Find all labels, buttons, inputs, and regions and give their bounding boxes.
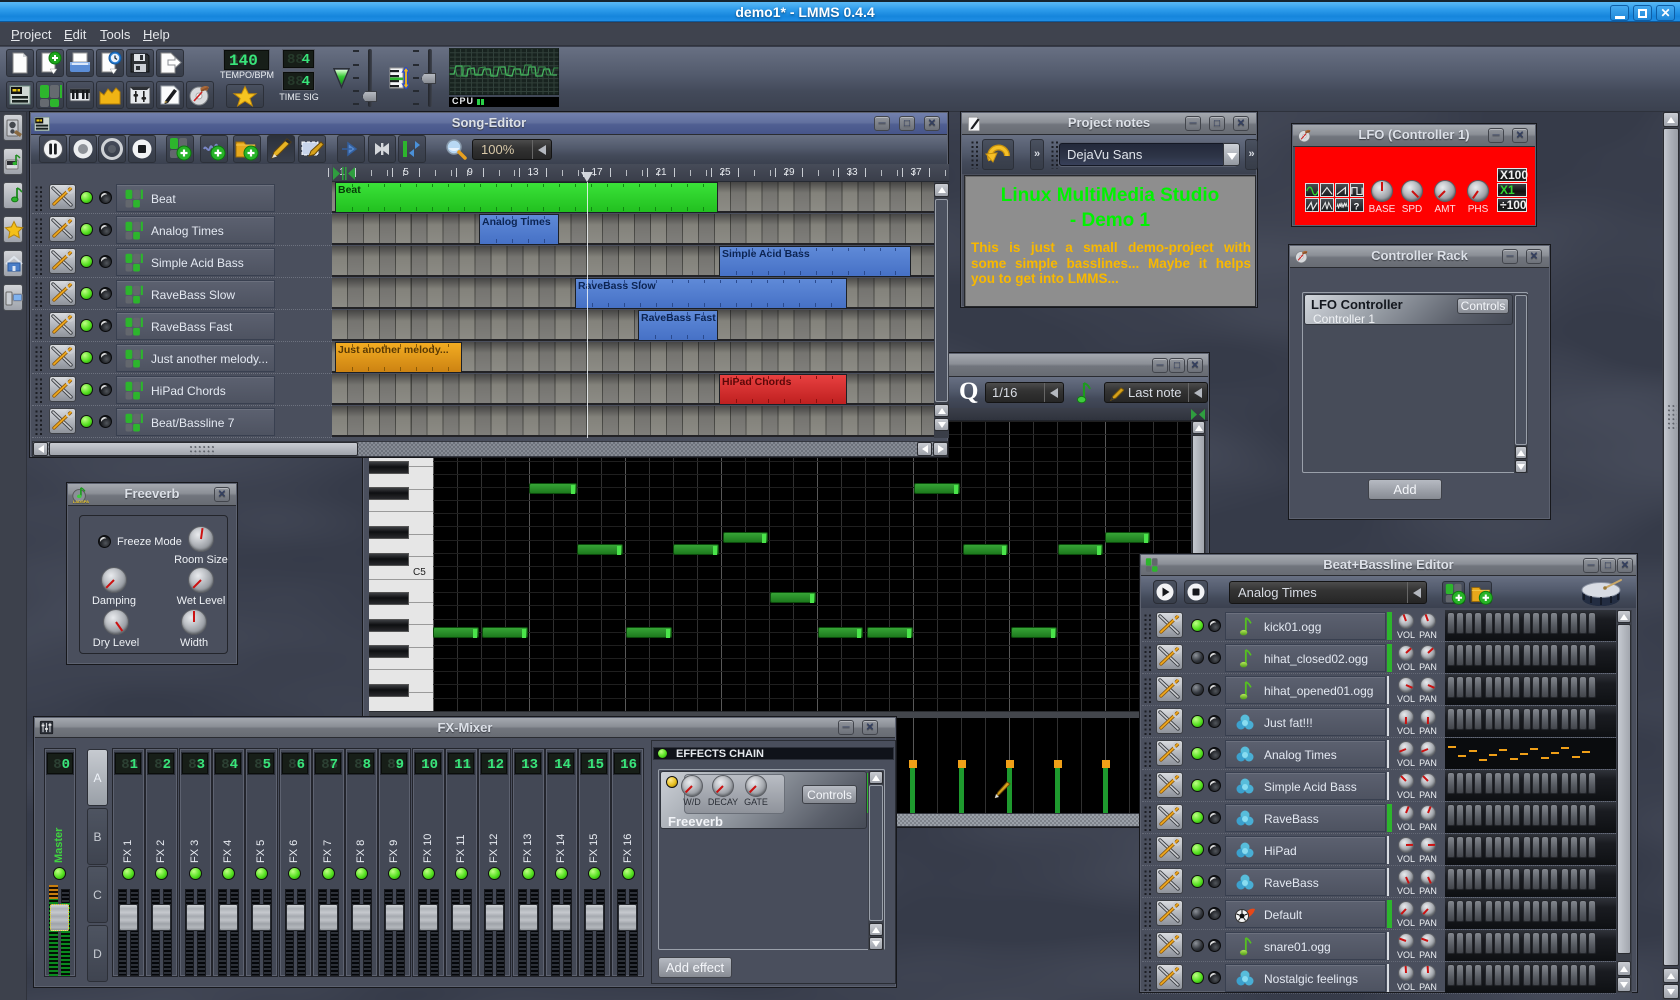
svg-text:?: ? — [1354, 200, 1360, 211]
svg-text:LADSPA: LADSPA — [73, 499, 89, 504]
